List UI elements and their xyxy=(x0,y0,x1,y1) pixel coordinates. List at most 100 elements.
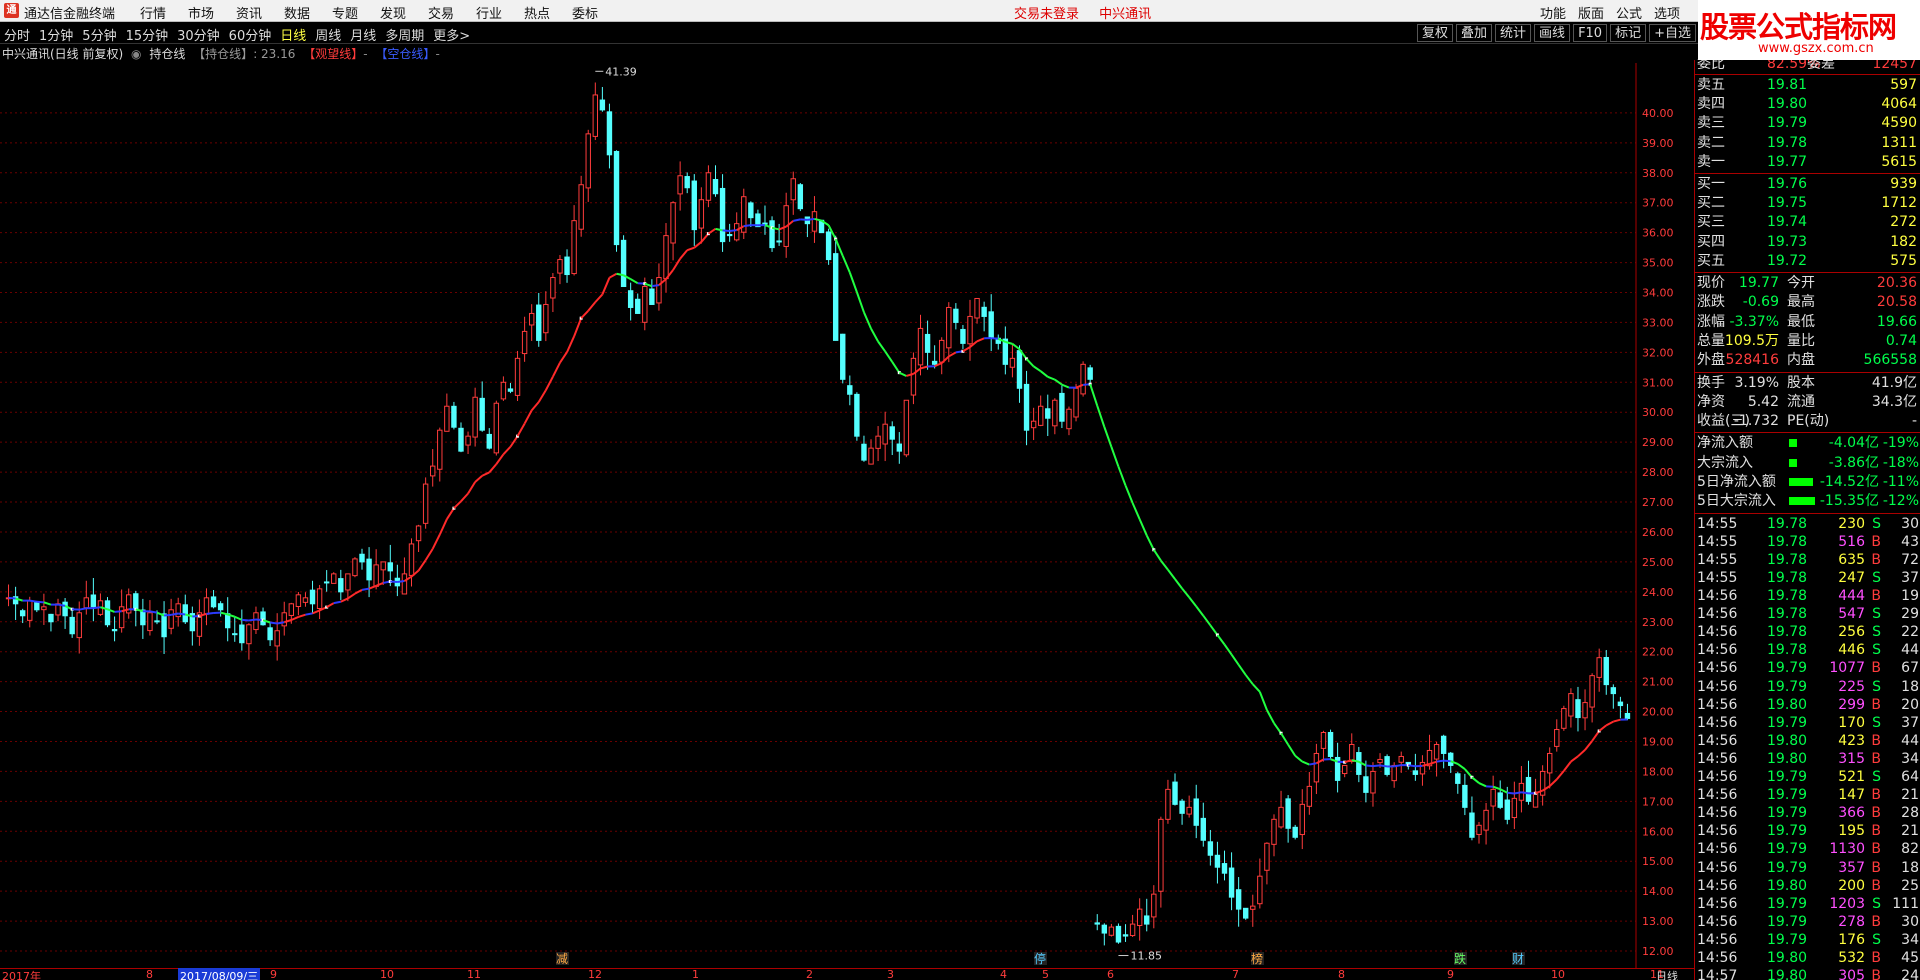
tick-count: 21 xyxy=(1901,787,1919,804)
candle-body xyxy=(1221,863,1228,874)
buy-volume: 272 xyxy=(1890,214,1917,231)
tick-count: 72 xyxy=(1901,551,1919,568)
tool-button-2[interactable]: 统计 xyxy=(1495,24,1532,42)
stat-label: 换手 xyxy=(1697,374,1725,391)
period-tab-9[interactable]: 多周期 xyxy=(385,29,424,44)
candle-body xyxy=(571,220,577,275)
tick-volume: 521 xyxy=(1838,769,1865,785)
period-tab-6[interactable]: 日线 xyxy=(280,29,306,44)
position-line-segment xyxy=(1188,596,1198,607)
candle-body xyxy=(232,633,238,636)
period-tab-5[interactable]: 60分钟 xyxy=(229,29,272,44)
candle-body xyxy=(939,339,945,363)
tick-time: 14:56 xyxy=(1697,787,1738,804)
position-line-segment xyxy=(1556,770,1565,781)
tool-button-6[interactable]: +自选 xyxy=(1649,24,1697,42)
right-menu-item-2[interactable]: 公式 xyxy=(1616,7,1642,22)
menu-item-0[interactable]: 行情 xyxy=(140,3,188,22)
candle-body xyxy=(422,483,429,524)
candle-body xyxy=(988,311,994,338)
y-tick-label: 13.00 xyxy=(1642,915,1674,928)
candle-body xyxy=(1052,399,1058,427)
tool-button-0[interactable]: 复权 xyxy=(1417,24,1454,42)
period-tab-3[interactable]: 15分钟 xyxy=(126,29,169,44)
date-label: 12 xyxy=(588,968,602,980)
watermark: 股票公式指标网 www.gszx.com.cn xyxy=(1698,0,1920,60)
menu-item-9[interactable]: 委标 xyxy=(572,3,620,22)
candle-body xyxy=(1087,367,1093,380)
position-line-segment xyxy=(948,351,957,358)
menu-item-7[interactable]: 行业 xyxy=(476,3,524,22)
position-line-segment xyxy=(8,596,16,600)
period-tab-1[interactable]: 1分钟 xyxy=(39,29,73,44)
position-line-segment xyxy=(976,337,985,343)
position-line-segment xyxy=(1471,776,1480,784)
login-status-link[interactable]: 交易未登录 xyxy=(1014,7,1079,22)
candle-body xyxy=(981,306,987,317)
tool-button-5[interactable]: 标记 xyxy=(1610,24,1647,42)
period-tab-10[interactable]: 更多> xyxy=(433,29,470,44)
candle-body xyxy=(1207,841,1214,856)
menu-item-3[interactable]: 数据 xyxy=(284,3,332,22)
tick-side: S xyxy=(1872,642,1881,659)
period-tab-0[interactable]: 分时 xyxy=(4,29,30,44)
position-line-segment xyxy=(991,337,999,340)
tool-button-3[interactable]: 画线 xyxy=(1534,24,1571,42)
candle-body xyxy=(924,333,931,353)
position-line-segment xyxy=(1436,759,1444,763)
position-line-segment xyxy=(920,365,928,370)
tick-time: 14:57 xyxy=(1697,968,1738,980)
position-line-segment xyxy=(807,217,815,221)
candle-body xyxy=(776,240,782,243)
tick-price: 19.80 xyxy=(1767,950,1808,966)
position-line-segment xyxy=(156,611,165,617)
indicator-name[interactable]: 持仓线 xyxy=(149,47,185,61)
menu-item-4[interactable]: 专题 xyxy=(332,3,380,22)
buy-label: 买一 xyxy=(1697,176,1725,192)
candle-body xyxy=(500,381,507,400)
tick-count: 21 xyxy=(1901,823,1919,840)
candle-body xyxy=(323,581,330,584)
tick-volume: 147 xyxy=(1838,787,1865,804)
position-line-segment xyxy=(368,584,377,590)
candle-body xyxy=(1122,934,1129,937)
period-tab-8[interactable]: 月线 xyxy=(350,29,376,44)
position-line-segment xyxy=(361,587,370,591)
menu-item-6[interactable]: 交易 xyxy=(428,3,476,22)
tick-count: 29 xyxy=(1901,606,1919,623)
candle-body xyxy=(1440,735,1447,754)
period-tab-4[interactable]: 30分钟 xyxy=(177,29,220,44)
flow-value: -15.35亿 xyxy=(1819,493,1879,510)
right-menu-item-1[interactable]: 版面 xyxy=(1578,7,1604,22)
tick-side: B xyxy=(1871,533,1881,550)
position-line-segment xyxy=(1216,634,1226,646)
tool-button-1[interactable]: 叠加 xyxy=(1456,24,1493,42)
candle-body xyxy=(1610,687,1617,695)
candle-body xyxy=(790,178,796,201)
position-line-segment xyxy=(1152,549,1162,562)
stat-row-0: 换手 3.19% 股本 41.9亿 xyxy=(1695,374,1920,393)
candle-body xyxy=(260,611,266,626)
sell-volume: 597 xyxy=(1890,77,1917,93)
right-menu-item-3[interactable]: 选项 xyxy=(1654,7,1680,22)
tick-time: 14:56 xyxy=(1697,859,1738,876)
period-tab-7[interactable]: 周线 xyxy=(315,29,341,44)
flow-value: -4.04亿 xyxy=(1828,435,1879,452)
position-line-segment xyxy=(206,611,214,615)
position-line-segment xyxy=(800,218,808,221)
kline-chart[interactable]: 40.00 39.00 38.00 37.00 36.00 35.00 34.00 33.00… xyxy=(0,63,1694,968)
tick-price: 19.79 xyxy=(1767,823,1808,840)
menu-item-2[interactable]: 资讯 xyxy=(236,3,284,22)
tool-button-4[interactable]: F10 xyxy=(1573,24,1608,42)
position-line-segment xyxy=(474,474,483,483)
period-tab-2[interactable]: 5分钟 xyxy=(82,29,116,44)
indicator-settings-icon[interactable]: ◉ xyxy=(131,47,141,61)
tick-volume: 423 xyxy=(1838,732,1865,749)
menu-item-5[interactable]: 发现 xyxy=(380,3,428,22)
candle-body xyxy=(726,233,733,237)
sell-label: 卖二 xyxy=(1697,134,1725,151)
menu-item-1[interactable]: 市场 xyxy=(188,3,236,22)
right-menu-item-0[interactable]: 功能 xyxy=(1540,7,1566,22)
sell-price: 19.79 xyxy=(1767,115,1808,132)
menu-item-8[interactable]: 热点 xyxy=(524,3,572,22)
